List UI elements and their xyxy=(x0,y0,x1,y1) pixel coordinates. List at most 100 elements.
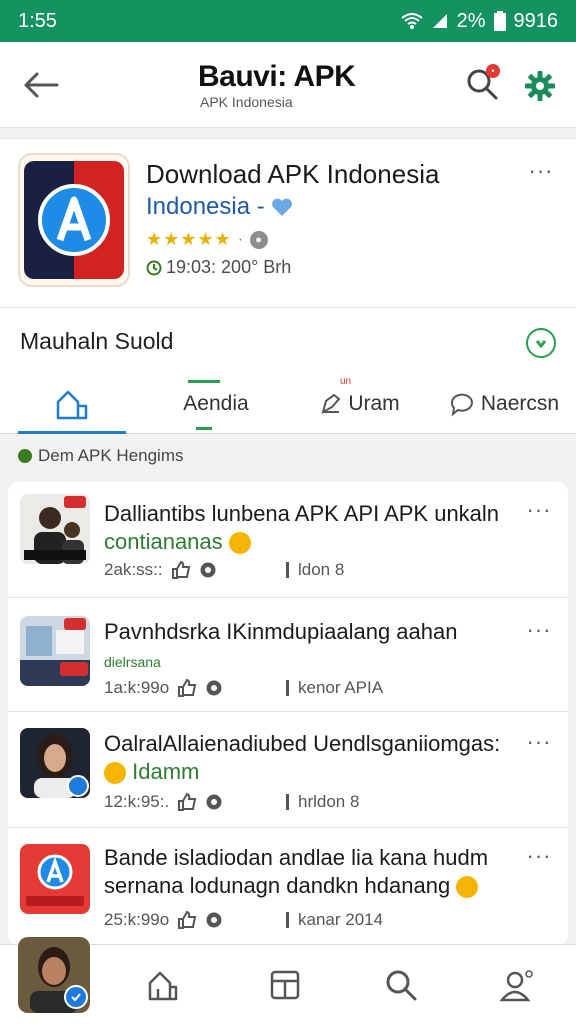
post-stats: 1a:k:99o xyxy=(104,678,223,698)
thumbs-up-icon[interactable] xyxy=(177,911,197,929)
nav-apps-button[interactable] xyxy=(262,963,308,1007)
comment-icon[interactable] xyxy=(205,679,223,697)
app-card[interactable]: Download APK Indonesia Indonesia - ★★★★★… xyxy=(0,138,576,308)
post-source: ldon 8 xyxy=(284,560,344,580)
thumbs-up-icon[interactable] xyxy=(171,561,191,579)
age-rating-icon: ● xyxy=(250,230,269,249)
doc-icon xyxy=(286,680,289,696)
status-icons: 2% 9916 xyxy=(400,9,559,33)
profile-avatar[interactable] xyxy=(18,937,90,1013)
settings-button[interactable] xyxy=(518,64,562,108)
dot-icon xyxy=(18,449,32,463)
tab-label: Naercsn xyxy=(480,392,560,415)
app-bar: Bauvi: APK APK Indonesia • xyxy=(0,42,576,128)
tab-label: Uram xyxy=(348,392,400,415)
app-developer[interactable]: Indonesia - xyxy=(146,193,293,221)
grid-icon xyxy=(270,970,300,1000)
tab-uram[interactable]: un Uram xyxy=(288,374,432,434)
home-icon xyxy=(148,971,178,1001)
brand: Bauvi: APK APK Indonesia xyxy=(198,60,398,110)
user-settings-icon xyxy=(499,970,533,1002)
post-more-button[interactable]: ··· xyxy=(524,729,554,754)
post-more-button[interactable]: ··· xyxy=(524,497,554,522)
section-title: Mauhaln Suold xyxy=(20,328,174,354)
brand-subtitle: APK Indonesia xyxy=(200,94,293,110)
post-title: Dalliantibs lunbena APK API APK unkaln c… xyxy=(104,501,500,555)
emoji-icon xyxy=(456,876,479,899)
rating-stars: ★★★★★ xyxy=(146,229,232,249)
post-stats: 12:k:95:. xyxy=(104,792,223,812)
tab-bar: Aendia un Uram Naercsn xyxy=(0,374,576,434)
post-source: hrldon 8 xyxy=(284,792,359,812)
post-thumbnail xyxy=(20,728,90,798)
apk-logo-icon xyxy=(38,184,110,256)
post-item[interactable]: Bande isladiodan andlae lia kana hudm se… xyxy=(8,828,568,944)
post-more-button[interactable]: ··· xyxy=(524,843,554,868)
clock-icon xyxy=(146,260,162,275)
wifi-icon xyxy=(400,12,423,30)
app-meta-text: 19:03: 200° Brh xyxy=(166,257,292,277)
nav-profile-button[interactable] xyxy=(494,963,540,1007)
doc-icon xyxy=(286,562,289,578)
tab-aendia[interactable]: Aendia xyxy=(144,374,288,434)
nav-home-button[interactable] xyxy=(140,963,186,1007)
tab-home[interactable] xyxy=(0,374,144,434)
bottom-navigation xyxy=(0,937,576,1024)
post-item[interactable]: Dalliantibs lunbena APK API APK unkaln c… xyxy=(8,482,568,598)
app-rating: ★★★★★ · ● xyxy=(146,229,269,250)
thumbs-up-icon[interactable] xyxy=(177,793,197,811)
battery-percent: 2% xyxy=(456,9,486,32)
notification-dot: • xyxy=(486,64,500,78)
status-clock-right: 9916 xyxy=(513,9,559,32)
comment-icon[interactable] xyxy=(199,561,217,579)
list-label: Dem APK Hengims xyxy=(18,446,184,466)
section-panel: Mauhaln Suold Aendia un Uram Naercsn xyxy=(0,308,576,434)
gear-icon xyxy=(525,71,555,101)
doc-icon xyxy=(286,794,289,810)
post-thumbnail xyxy=(20,844,90,914)
post-thumbnail xyxy=(20,616,90,686)
list-label-text: Dem APK Hengims xyxy=(38,446,184,465)
post-stats: 25:k:99o xyxy=(104,910,223,930)
tab-badge: un xyxy=(340,376,352,387)
post-feed: Dalliantibs lunbena APK API APK unkaln c… xyxy=(8,482,568,944)
post-more-button[interactable]: ··· xyxy=(524,617,554,642)
nav-search-button[interactable] xyxy=(378,963,424,1007)
app-meta: 19:03: 200° Brh xyxy=(146,257,291,278)
post-title: OalralAllaienadiubed Uendlsganiiomgas: I… xyxy=(104,731,501,785)
home-icon xyxy=(56,390,88,420)
developer-name: Indonesia - xyxy=(146,193,265,220)
back-button[interactable] xyxy=(20,64,62,106)
post-source: kanar 2014 xyxy=(284,910,383,930)
separator-dot: · xyxy=(237,230,245,248)
status-time: 1:55 xyxy=(18,9,57,32)
arrow-left-icon xyxy=(24,72,59,98)
app-logo xyxy=(18,153,130,287)
search-icon xyxy=(386,970,417,1001)
tab-label: Aendia xyxy=(183,392,249,415)
edit-icon xyxy=(321,393,341,415)
app-more-button[interactable]: ··· xyxy=(526,158,556,183)
heart-icon xyxy=(271,198,292,216)
thumbs-up-icon[interactable] xyxy=(177,679,197,697)
post-item[interactable]: Pavnhdsrka IKinmdupiaalang aahan dielrsa… xyxy=(8,598,568,712)
comment-icon[interactable] xyxy=(205,793,223,811)
chat-icon xyxy=(450,393,473,417)
emoji-icon xyxy=(104,762,126,785)
post-title: Bande isladiodan andlae lia kana hudm se… xyxy=(104,845,489,899)
post-thumbnail xyxy=(20,494,90,564)
emoji-icon xyxy=(228,532,251,555)
post-source: kenor APIA xyxy=(284,678,383,698)
verified-icon[interactable] xyxy=(526,328,556,358)
verified-badge-icon xyxy=(64,985,88,1009)
post-stats: 2ak:ss:: xyxy=(104,560,217,580)
notifications-button[interactable]: • xyxy=(460,62,504,106)
status-bar: 1:55 2% 9916 xyxy=(0,0,576,42)
comment-icon[interactable] xyxy=(205,911,223,929)
doc-icon xyxy=(286,912,289,928)
app-name: Download APK Indonesia xyxy=(146,159,440,189)
post-item[interactable]: OalralAllaienadiubed Uendlsganiiomgas: I… xyxy=(8,712,568,828)
post-title: Pavnhdsrka IKinmdupiaalang aahan dielrsa… xyxy=(104,619,458,670)
tab-naercsn[interactable]: Naercsn xyxy=(432,374,576,434)
brand-title: Bauvi: APK xyxy=(198,60,356,93)
